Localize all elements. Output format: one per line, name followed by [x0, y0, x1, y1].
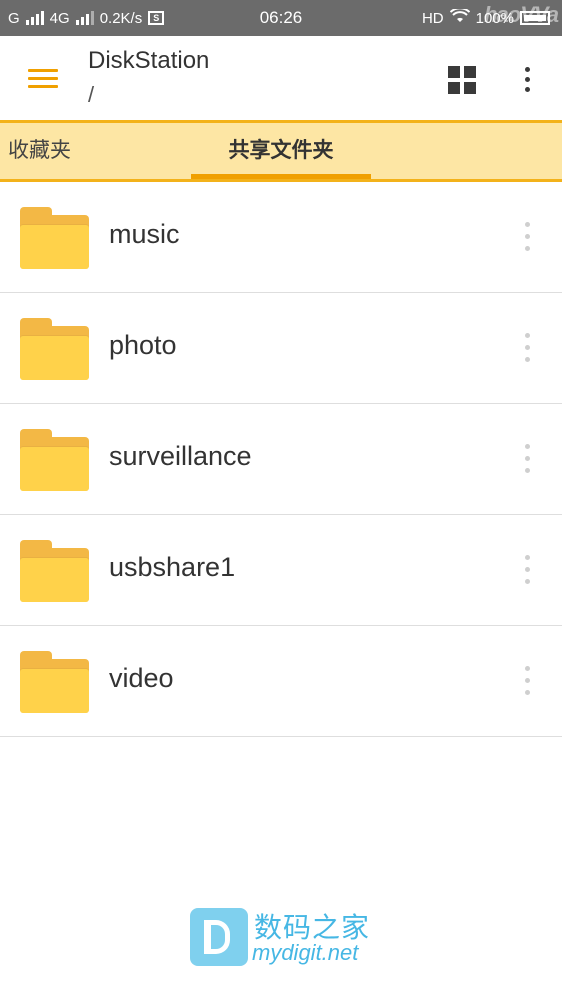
- folder-icon: [20, 540, 89, 602]
- folder-name: usbshare1: [109, 552, 236, 582]
- more-options-icon[interactable]: [520, 66, 536, 94]
- folder-name: music: [109, 219, 180, 249]
- item-more-icon[interactable]: [518, 220, 538, 254]
- watermark-logo: 数码之家 mydigit.net: [190, 906, 390, 970]
- watermark-logo-icon: [190, 908, 248, 966]
- item-more-icon[interactable]: [518, 664, 538, 698]
- folder-icon: [20, 207, 89, 269]
- folder-name: photo: [109, 330, 177, 360]
- item-more-icon[interactable]: [518, 442, 538, 476]
- tab-bar: 收藏夹 共享文件夹: [0, 120, 562, 182]
- item-more-icon[interactable]: [518, 331, 538, 365]
- wifi-icon: [449, 7, 470, 27]
- tab-active-indicator: [191, 174, 371, 179]
- list-item[interactable]: music: [0, 182, 562, 293]
- tab-shared-folders[interactable]: 共享文件夹: [191, 123, 371, 179]
- grid-view-icon[interactable]: [448, 66, 476, 94]
- hd-label: HD: [421, 9, 444, 27]
- folder-icon: [20, 429, 89, 491]
- menu-icon[interactable]: [28, 69, 58, 89]
- corner-watermark: haoVVa: [484, 2, 559, 27]
- current-path: /: [88, 82, 95, 107]
- folder-name: surveillance: [109, 441, 252, 471]
- tab-favorites[interactable]: 收藏夹: [8, 123, 71, 179]
- list-item[interactable]: photo: [0, 293, 562, 404]
- list-item[interactable]: surveillance: [0, 404, 562, 515]
- folder-name: video: [109, 663, 174, 693]
- watermark-url: mydigit.net: [252, 940, 359, 965]
- list-item[interactable]: usbshare1: [0, 515, 562, 626]
- app-bar: DiskStation /: [0, 36, 562, 120]
- list-item[interactable]: video: [0, 626, 562, 737]
- folder-icon: [20, 651, 89, 713]
- status-bar: G 4G 0.2K/s S 06:26 HD 100% haoVVa: [0, 0, 562, 36]
- app-title: DiskStation: [88, 47, 210, 74]
- folder-icon: [20, 318, 89, 380]
- item-more-icon[interactable]: [518, 553, 538, 587]
- folder-list: music photo surveillance usbshare1 video: [0, 182, 562, 737]
